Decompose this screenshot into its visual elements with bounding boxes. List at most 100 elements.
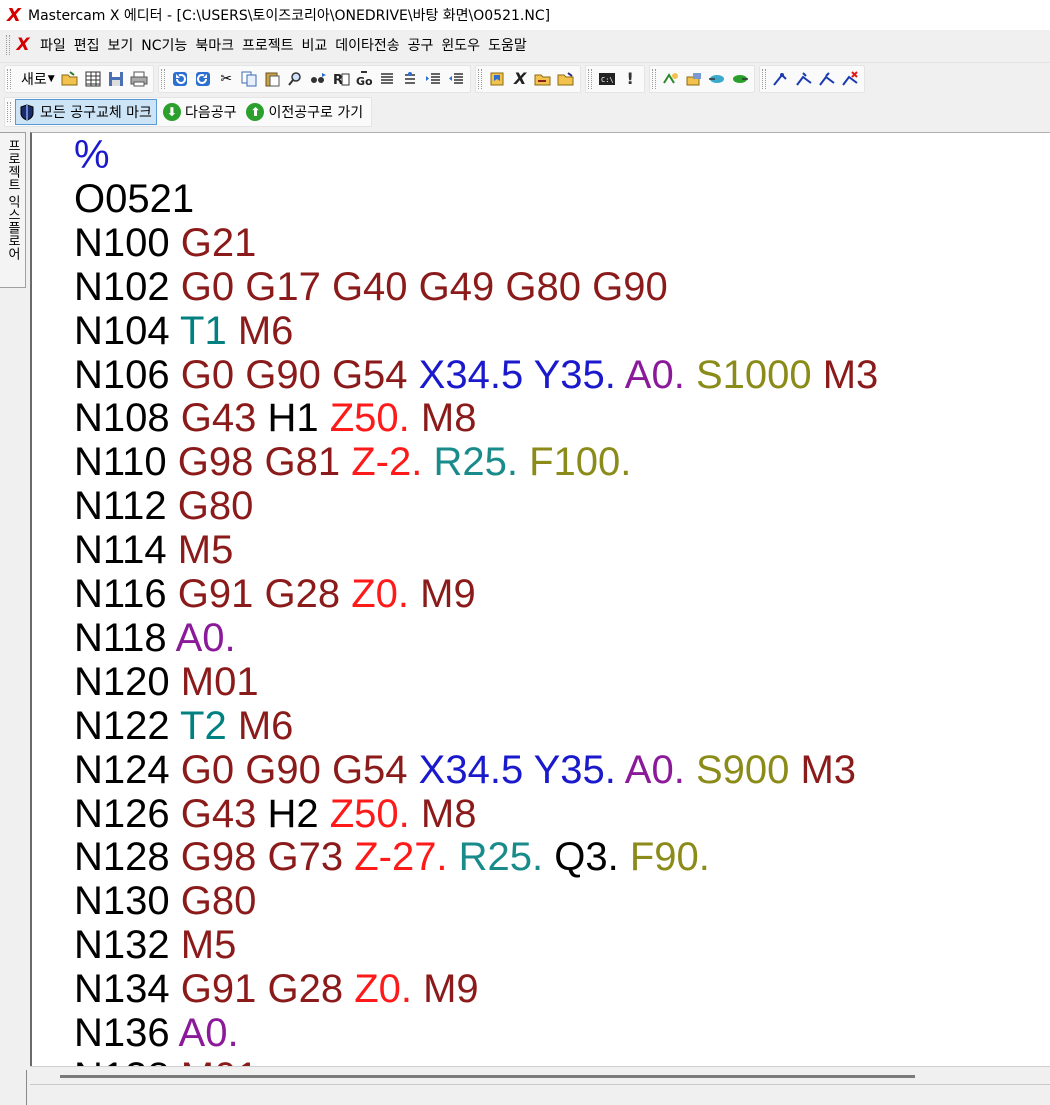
open-folder-icon[interactable] [59, 68, 81, 90]
misc-toolbar-group: C:\ ! [584, 64, 645, 93]
menu-nc-function[interactable]: NC기능 [137, 35, 191, 55]
code-token: M3 [800, 747, 857, 792]
code-token: G43 [180, 791, 268, 836]
code-token: X34.5 Y35. [418, 747, 625, 792]
indent-icon[interactable] [422, 68, 444, 90]
code-line[interactable]: N134 G91 G28 Z0. M9 [74, 967, 479, 1011]
code-token: N110 [74, 440, 178, 485]
find-icon[interactable] [284, 68, 306, 90]
code-line[interactable]: N120 M01 [74, 660, 259, 704]
code-editor[interactable]: % O0521 N100 G21 N102 G0 G17 G40 G49 G80 G9… [30, 132, 1050, 1072]
menu-help[interactable]: 도움말 [484, 35, 531, 55]
menu-data-transfer[interactable]: 데이타전송 [331, 35, 403, 55]
code-line[interactable]: N108 G43 H1 Z50. M8 [74, 396, 476, 440]
receive-icon[interactable] [729, 68, 751, 90]
code-line[interactable]: N132 M5 [74, 923, 236, 967]
code-token: R25. [458, 835, 555, 880]
edit-toolbar-group: ✂ R Go [157, 64, 471, 93]
send-icon[interactable] [706, 68, 728, 90]
code-line[interactable]: N122 T2 M6 [74, 704, 293, 748]
machine-icon[interactable] [683, 68, 705, 90]
menu-bookmark[interactable]: 북마크 [191, 35, 238, 55]
code-line[interactable]: N136 A0. [74, 1011, 239, 1055]
open-folder-2-icon[interactable] [555, 68, 577, 90]
tool-prev-icon[interactable] [816, 68, 838, 90]
code-line[interactable]: N112 G80 [74, 484, 253, 528]
mastercam-x-icon[interactable]: X [509, 68, 531, 90]
code-line[interactable]: N106 G0 G90 G54 X34.5 Y35. A0. S1000 M3 [74, 353, 878, 397]
replace-icon[interactable]: R [330, 68, 352, 90]
menu-view[interactable]: 보기 [104, 35, 138, 55]
list-icon[interactable] [376, 68, 398, 90]
find-next-icon[interactable] [307, 68, 329, 90]
code-line[interactable]: N128 G98 G73 Z-27. R25. Q3. F90. [74, 835, 710, 879]
redo-icon[interactable] [192, 68, 214, 90]
exclamation-icon[interactable]: ! [619, 68, 641, 90]
tool-next-icon[interactable] [793, 68, 815, 90]
next-tool-button[interactable]: ⬇ 다음공구 [159, 99, 241, 125]
code-line[interactable]: N100 G21 [74, 221, 256, 265]
horizontal-scrollbar[interactable] [30, 1066, 1050, 1084]
print-icon[interactable] [128, 68, 150, 90]
code-token: Q3. [554, 835, 630, 880]
menu-file[interactable]: 파일 [36, 35, 70, 55]
toolbar2-grip[interactable] [7, 102, 11, 122]
app-menu-icon[interactable]: X [14, 35, 32, 55]
menu-tool[interactable]: 공구 [404, 35, 438, 55]
menu-compare[interactable]: 비교 [297, 35, 331, 55]
menu-window[interactable]: 윈도우 [437, 35, 484, 55]
code-token: Z0. [351, 572, 421, 616]
mark-all-tool-changes-button[interactable]: 모든 공구교체 마크 [15, 99, 157, 125]
menu-project[interactable]: 프로젝트 [238, 35, 298, 55]
tool-delete-icon[interactable] [839, 68, 861, 90]
tool-change-toolbar: 모든 공구교체 마크 ⬇ 다음공구 ⬆ 이전공구로 가기 [0, 96, 1050, 128]
outdent-icon[interactable] [445, 68, 467, 90]
toolbar-grip-2[interactable] [160, 68, 165, 89]
bookmark-icon[interactable] [486, 68, 508, 90]
toolbar-grip-4[interactable] [587, 68, 592, 89]
prev-tool-button[interactable]: ⬆ 이전공구로 가기 [242, 99, 367, 125]
bookmark-list-icon[interactable] [399, 68, 421, 90]
menu-grip[interactable] [6, 35, 10, 55]
project-explorer-tab[interactable]: 프로젝트 익스플로어 [0, 132, 26, 288]
code-token: F100. [529, 440, 632, 485]
mark-all-label: 모든 공구교체 마크 [40, 105, 152, 121]
svg-text:C:\: C:\ [601, 76, 614, 84]
save-icon[interactable] [105, 68, 127, 90]
toolbar-grip-3[interactable] [477, 68, 482, 89]
code-line[interactable]: N126 G43 H2 Z50. M8 [74, 792, 476, 836]
code-line[interactable]: N116 G91 G28 Z0. M9 [74, 572, 476, 616]
grid-icon[interactable] [82, 68, 104, 90]
code-line[interactable]: N124 G0 G90 G54 X34.5 Y35. A0. S900 M3 [74, 748, 856, 792]
undo-icon[interactable] [169, 68, 191, 90]
code-line[interactable]: N114 M5 [74, 528, 233, 572]
transfer-icon[interactable] [660, 68, 682, 90]
code-token: N136 [74, 1011, 179, 1055]
tool-path-icon[interactable] [770, 68, 792, 90]
goto-icon[interactable]: Go [353, 68, 375, 90]
cut-icon[interactable]: ✂ [215, 68, 237, 90]
toolbar-grip-5[interactable] [651, 68, 656, 89]
code-token: N130 [74, 879, 181, 924]
paste-icon[interactable] [261, 68, 283, 90]
code-line[interactable]: N110 G98 G81 Z-2. R25. F100. [74, 440, 631, 484]
new-button[interactable]: 새로 ▼ [15, 69, 59, 89]
code-token: N114 [74, 528, 178, 573]
toolbar-grip-6[interactable] [761, 68, 766, 89]
code-token: H1 [267, 396, 330, 441]
code-line[interactable]: N130 G80 [74, 879, 256, 923]
code-line[interactable]: O0521 [74, 177, 194, 221]
code-line[interactable]: N118 A0. [74, 616, 236, 660]
code-token: N106 [74, 352, 181, 397]
toolbar-grip[interactable] [7, 68, 11, 89]
scrollbar-thumb[interactable] [60, 1075, 915, 1078]
console-icon[interactable]: C:\ [596, 68, 618, 90]
menu-bar: X 파일 편집 보기 NC기능 북마크 프로젝트 비교 데이타전송 공구 윈도우… [0, 30, 1050, 60]
copy-icon[interactable] [238, 68, 260, 90]
code-token: G0 G90 G54 [180, 747, 419, 792]
code-line[interactable]: % [74, 133, 110, 177]
open-file-icon[interactable] [532, 68, 554, 90]
code-line[interactable]: N102 G0 G17 G40 G49 G80 G90 [74, 265, 668, 309]
menu-edit[interactable]: 편집 [70, 35, 104, 55]
code-line[interactable]: N104 T1 M6 [74, 309, 293, 353]
